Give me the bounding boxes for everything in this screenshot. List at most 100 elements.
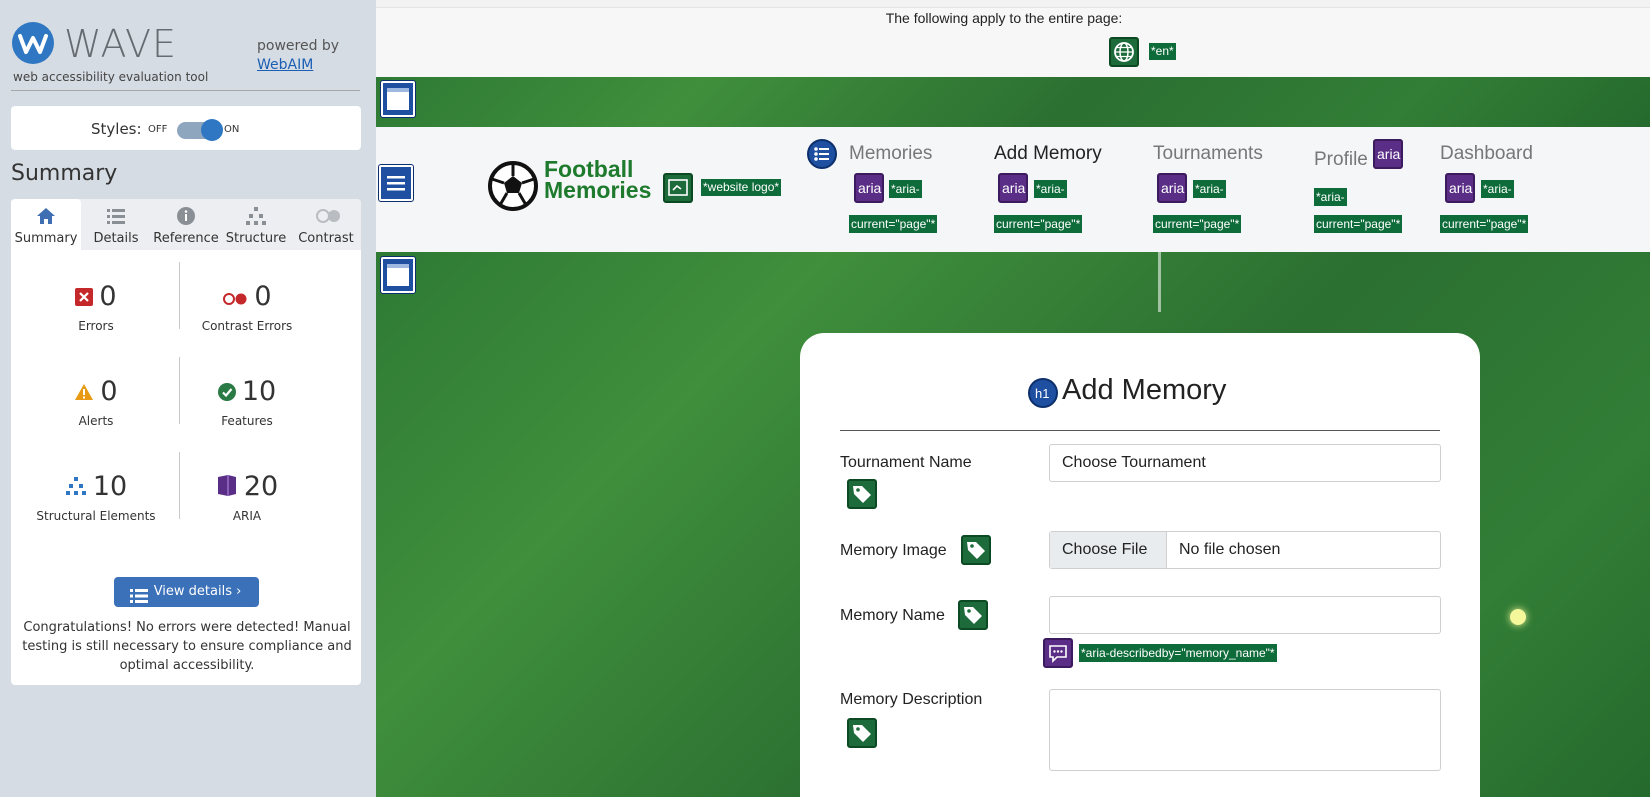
feature-check-icon: [217, 377, 236, 408]
site-navbar: Football Memories *website logo* Memorie…: [376, 127, 1650, 252]
title-divider: [840, 430, 1440, 431]
stat-alerts[interactable]: 0 Alerts: [16, 376, 176, 428]
styles-toggle-box: Styles: OFF ON: [11, 106, 361, 150]
evaluated-page: The following apply to the entire page: …: [376, 8, 1650, 797]
navigation-region-icon[interactable]: [379, 165, 413, 201]
contrast-errors-count: 0: [254, 281, 272, 312]
unordered-list-icon[interactable]: [807, 139, 837, 169]
label-tag-icon[interactable]: [847, 718, 877, 748]
aria-current-label: *aria-: [1193, 180, 1226, 198]
tab-summary[interactable]: Summary: [11, 199, 81, 250]
contrast-error-icon: [222, 282, 248, 313]
alert-icon: [74, 377, 94, 408]
stat-errors[interactable]: 0 Errors: [16, 281, 176, 333]
tab-reference[interactable]: Reference: [151, 199, 221, 250]
tournament-label: Tournament Name: [840, 454, 972, 471]
pitch-strip: [376, 77, 1650, 127]
errors-label: Errors: [78, 319, 114, 333]
aria-label: ARIA: [232, 509, 262, 523]
hierarchy-icon: [245, 206, 267, 226]
description-label: Memory Description: [840, 691, 983, 708]
stat-contrast-errors[interactable]: 0 Contrast Errors: [167, 281, 327, 333]
nav-profile[interactable]: Profile: [1314, 149, 1368, 171]
tab-label: Summary: [14, 231, 78, 246]
header-region-icon[interactable]: [381, 81, 415, 117]
styles-toggle[interactable]: [177, 119, 223, 141]
aria-icon[interactable]: aria: [854, 173, 884, 203]
tab-label: Contrast: [298, 231, 354, 246]
powered-by: powered by WebAIM: [257, 37, 339, 75]
aria-count: 20: [243, 471, 279, 502]
aria-icon[interactable]: aria: [1157, 173, 1187, 203]
list-icon: [130, 585, 148, 615]
aria-current-label: *aria-: [889, 180, 922, 198]
features-count: 10: [241, 376, 277, 407]
styles-off-label: OFF: [148, 124, 168, 135]
site-logo-text[interactable]: Football Memories: [544, 158, 652, 203]
wave-logo-icon: [12, 22, 54, 64]
styles-label: Styles:: [91, 120, 142, 138]
stat-structural[interactable]: 10 Structural Elements: [16, 471, 176, 523]
tab-details[interactable]: Details: [81, 199, 151, 250]
tab-contrast[interactable]: Contrast: [291, 199, 361, 250]
label-tag-icon[interactable]: [958, 600, 988, 630]
aria-current-label: current="page"*: [994, 215, 1083, 233]
stat-aria[interactable]: 20 ARIA: [167, 471, 327, 523]
wave-logo-text: WAVE: [64, 22, 178, 66]
main-region-icon[interactable]: [381, 257, 415, 293]
stat-features[interactable]: 10 Features: [167, 376, 327, 428]
nav-dashboard[interactable]: Dashboard: [1440, 143, 1533, 165]
applies-text: The following apply to the entire page:: [885, 10, 1123, 26]
tab-label: Details: [93, 231, 139, 246]
aria-current-label: current="page"*: [1314, 215, 1403, 233]
aria-current-label: *aria-: [1034, 180, 1067, 198]
nav-tournaments[interactable]: Tournaments: [1153, 143, 1263, 165]
memory-image-input[interactable]: Choose File No file chosen: [1049, 531, 1441, 569]
tournament-select[interactable]: Choose Tournament: [1049, 444, 1441, 482]
aria-badge-text: aria: [1449, 180, 1473, 196]
aria-cube-icon: [216, 472, 238, 503]
aria-badge-text: aria: [1002, 180, 1026, 196]
list-icon: [105, 206, 127, 226]
aria-badge-text: aria: [1377, 146, 1401, 162]
styles-on-label: ON: [224, 124, 240, 135]
memory-name-input[interactable]: [1049, 596, 1441, 634]
aria-icon[interactable]: aria: [998, 173, 1028, 203]
tab-structure[interactable]: Structure: [221, 199, 291, 250]
logo-alt-label: *website logo*: [701, 179, 782, 196]
structural-count: 10: [92, 471, 128, 502]
summary-panel: Summary Details Reference Structure Cont…: [11, 199, 361, 685]
language-globe-icon[interactable]: [1109, 37, 1139, 67]
memory-description-textarea[interactable]: [1049, 689, 1441, 771]
label-tag-icon[interactable]: [961, 535, 991, 565]
congrats-message: Congratulations! No errors were detected…: [22, 620, 352, 673]
powered-by-text: powered by: [257, 38, 340, 54]
linked-image-icon[interactable]: [663, 173, 693, 203]
label-tag-icon[interactable]: [847, 479, 877, 509]
form-title: Add Memory: [1062, 374, 1227, 406]
webaim-link[interactable]: WebAIM: [257, 57, 313, 73]
site-logo-ball[interactable]: [488, 161, 538, 211]
wave-tabs: Summary Details Reference Structure Cont…: [11, 199, 361, 250]
add-memory-card: h1 Add Memory Tournament Name Choose Tou…: [800, 333, 1480, 797]
aria-describedby-label: *aria-describedby="memory_name"*: [1079, 644, 1277, 662]
wave-subtitle: web accessibility evaluation tool: [13, 70, 209, 84]
aria-icon[interactable]: aria: [1373, 139, 1403, 169]
aria-icon[interactable]: aria: [1445, 173, 1475, 203]
aria-current-label: current="page"*: [1153, 215, 1242, 233]
contrast-errors-label: Contrast Errors: [201, 319, 293, 333]
aria-badge-text: aria: [1161, 180, 1185, 196]
wave-sidebar: WAVE web accessibility evaluation tool p…: [0, 0, 376, 797]
logo-line2: Memories: [544, 177, 652, 203]
ball-glow: [1510, 609, 1526, 625]
view-details-button[interactable]: View details ›: [114, 577, 259, 607]
toggle-knob: [201, 119, 223, 141]
info-icon: [175, 206, 197, 226]
choose-file-button[interactable]: Choose File: [1050, 532, 1167, 568]
aria-describedby-icon[interactable]: [1043, 638, 1073, 668]
h1-icon[interactable]: h1: [1028, 378, 1058, 408]
aria-current-label: current="page"*: [1440, 215, 1529, 233]
nav-add-memory[interactable]: Add Memory: [994, 143, 1102, 165]
structure-icon: [65, 472, 87, 503]
nav-memories[interactable]: Memories: [849, 143, 932, 165]
